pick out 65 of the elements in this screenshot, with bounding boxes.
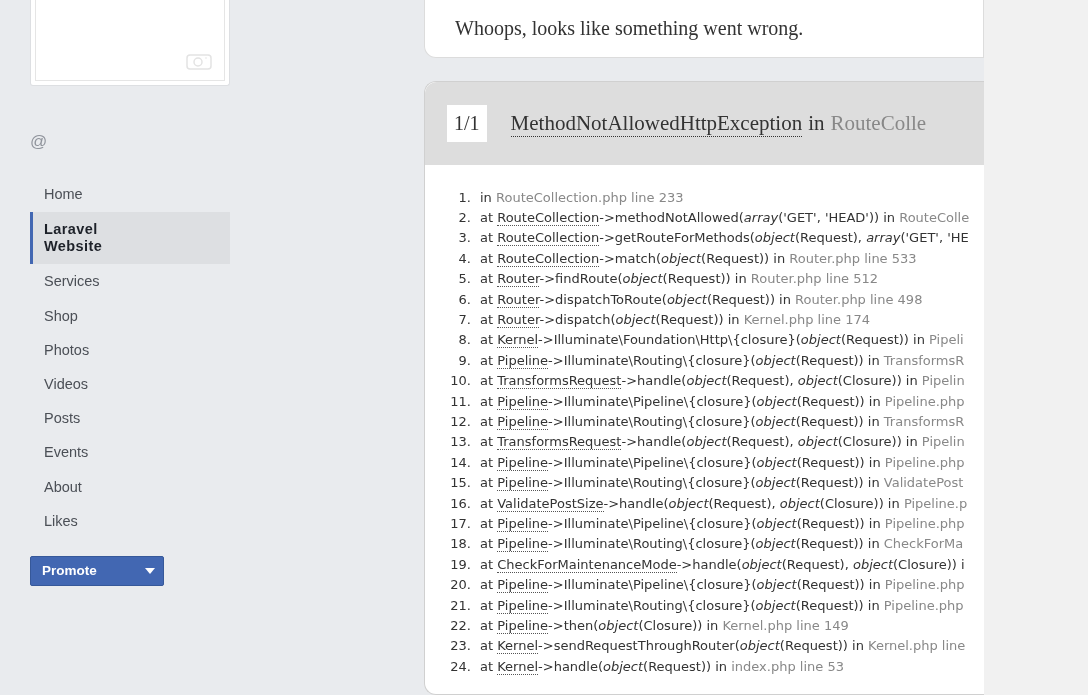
nav-item[interactable]: Photos bbox=[30, 333, 230, 367]
stack-frame: at Pipeline->Illuminate\Pipeline\{closure}(object(Request)) in Pipeline.php bbox=[480, 515, 965, 531]
line-number: 2. bbox=[457, 210, 471, 226]
line-number: 13. bbox=[449, 434, 471, 450]
nav-item[interactable]: Home bbox=[30, 178, 230, 211]
stack-frame: at Kernel->handle(object(Request)) in index.php line 53 bbox=[480, 658, 844, 674]
line-number: 8. bbox=[457, 332, 471, 348]
line-number: 22. bbox=[449, 617, 471, 633]
nav-item[interactable]: About bbox=[30, 470, 230, 504]
stack-frame: at Kernel->sendRequestThroughRouter(object(Request)) in Kernel.php line bbox=[480, 638, 966, 654]
stack-frame: at Pipeline->Illuminate\Pipeline\{closure}(object(Request)) in Pipeline.php bbox=[480, 393, 965, 409]
nav-item[interactable]: Services bbox=[30, 265, 230, 299]
stack-frame: at Router->dispatchToRoute(object(Request)) in Router.php line 498 bbox=[480, 291, 923, 307]
error-message: Whoops, looks like something went wrong. bbox=[455, 17, 804, 40]
line-number: 7. bbox=[457, 312, 471, 328]
stack-frame: at TransformsRequest->handle(object(Request), object(Closure)) in Pipelin bbox=[480, 434, 965, 450]
nav-item[interactable]: Events bbox=[30, 436, 230, 470]
line-number: 3. bbox=[457, 230, 471, 246]
stack-frame: at CheckForMaintenanceMode->handle(object(Request), object(Closure)) i bbox=[480, 556, 965, 572]
stack-frame: at Pipeline->Illuminate\Routing\{closure}(object(Request)) in ValidatePost bbox=[480, 475, 964, 491]
stack-frame: at Pipeline->Illuminate\Routing\{closure}(object(Request)) in Pipeline.php bbox=[480, 597, 964, 613]
line-number: 5. bbox=[457, 271, 471, 287]
nav-item[interactable]: Laravel Website bbox=[30, 212, 230, 265]
promote-button[interactable]: Promote bbox=[30, 555, 164, 586]
line-number: 15. bbox=[449, 475, 471, 491]
stack-frame: at RouteCollection->methodNotAllowed(array('GET', 'HEAD')) in RouteColle bbox=[480, 210, 970, 226]
stack-frame: at Pipeline->Illuminate\Routing\{closure}(object(Request)) in CheckForMa bbox=[480, 536, 964, 552]
line-number: 11. bbox=[449, 393, 471, 409]
stack-frame: at Pipeline->Illuminate\Pipeline\{closure}(object(Request)) in Pipeline.php bbox=[480, 577, 965, 593]
stack-frame: at Router->dispatch(object(Request)) in Kernel.php line 174 bbox=[480, 312, 870, 328]
stack-frame: at Pipeline->Illuminate\Routing\{closure}(object(Request)) in TransformsR bbox=[480, 414, 965, 429]
line-number: 6. bbox=[457, 291, 471, 307]
line-number: 4. bbox=[457, 250, 471, 266]
stack-frame: at Pipeline->then(object(Closure)) in Kernel.php line 149 bbox=[480, 617, 849, 633]
stack-frame: at Pipeline->Illuminate\Pipeline\{closure}(object(Request)) in Pipeline.php bbox=[480, 454, 965, 470]
line-number: 16. bbox=[449, 495, 471, 511]
line-number: 17. bbox=[449, 515, 471, 531]
exception-title: MethodNotAllowedHttpException in RouteColle bbox=[510, 110, 927, 137]
exception-counter: 1/1 bbox=[447, 105, 487, 142]
stack-frame: in RouteCollection.php line 233 bbox=[480, 189, 684, 205]
line-number: 14. bbox=[449, 454, 471, 470]
nav-item[interactable]: Posts bbox=[30, 402, 230, 436]
stack-frame: at ValidatePostSize->handle(object(Request), object(Closure)) in Pipeline.p bbox=[480, 495, 968, 511]
camera-icon[interactable] bbox=[186, 52, 212, 70]
stack-frame: at Kernel->Illuminate\Foundation\Http\{closure}(object(Request)) in Pipeli bbox=[480, 332, 964, 348]
nav-item[interactable]: Shop bbox=[30, 299, 230, 333]
line-number: 24. bbox=[449, 658, 471, 674]
caret-icon bbox=[145, 567, 155, 574]
line-number: 19. bbox=[449, 556, 471, 572]
line-number: 12. bbox=[449, 414, 471, 429]
stack-frame: at RouteCollection->match(object(Request)) in Router.php line 533 bbox=[480, 250, 917, 266]
nav-item[interactable]: Likes bbox=[30, 504, 230, 538]
page-handle: @ bbox=[30, 132, 49, 152]
line-number: 9. bbox=[457, 352, 471, 368]
line-number: 1. bbox=[457, 189, 471, 205]
line-number: 10. bbox=[449, 373, 471, 389]
stack-frame: at Pipeline->Illuminate\Routing\{closure}(object(Request)) in TransformsR bbox=[480, 352, 965, 368]
nav-item[interactable]: Videos bbox=[30, 367, 230, 401]
line-number: 18. bbox=[449, 536, 471, 552]
line-number: 20. bbox=[449, 577, 471, 593]
line-number: 23. bbox=[449, 638, 471, 654]
stack-frame: at Router->findRoute(object(Request)) in Router.php line 512 bbox=[480, 271, 879, 287]
stack-frame: at RouteCollection->getRouteForMethods(object(Request), array('GET', 'HE bbox=[480, 230, 969, 246]
stack-frame: at TransformsRequest->handle(object(Request), object(Closure)) in Pipelin bbox=[480, 373, 965, 389]
line-number: 21. bbox=[449, 597, 471, 613]
